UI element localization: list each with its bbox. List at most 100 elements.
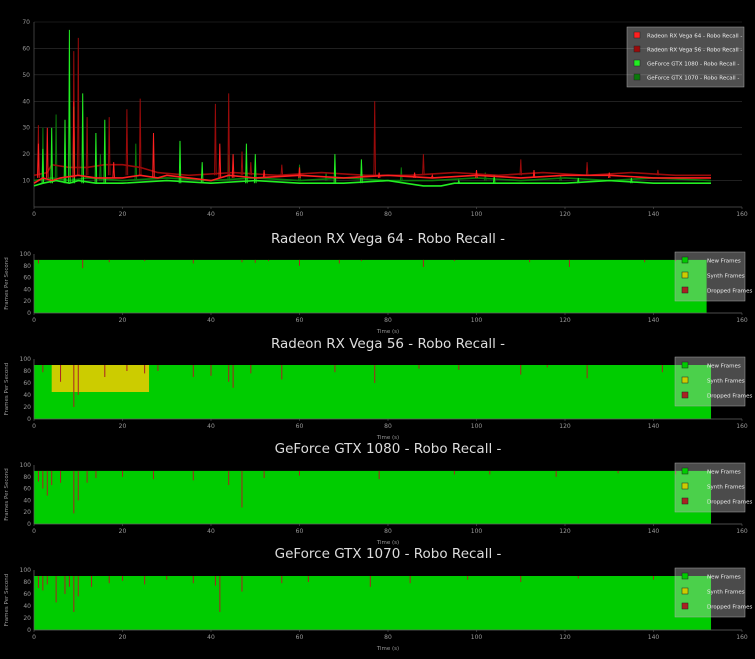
dropped-frame-dip [144,365,146,374]
dropped-frame-dip [37,259,39,264]
dropped-frame-dip [210,365,212,376]
x-tick-label: 100 [471,211,483,218]
dropped-frame-dip [42,365,44,373]
y-axis-label: Frames Per Second [4,468,10,521]
y-tick-label: 40 [23,392,31,399]
dropped-frame-dip [241,576,243,592]
x-tick-label: 140 [648,528,660,535]
x-tick-label: 0 [32,634,36,641]
dropped-frame-dip [37,576,39,588]
legend-label: Radeon RX Vega 56 - Robo Recall - [647,48,742,54]
dropped-frame-dip [108,259,110,263]
x-tick-label: 40 [207,634,215,641]
dropped-frame-dip [104,365,106,377]
x-tick-label: 40 [207,423,215,430]
legend-label: Synth Frames [707,485,745,491]
series-spike [134,143,138,181]
legend-swatch [681,467,689,475]
frametime-and-fps-charts: 102030405060700 20 40 60 80 100 120 140 160Radeo… [4,19,752,652]
dropped-frame-dip [157,365,159,371]
dropped-frame-dip [73,576,75,612]
dropped-frame-dip [458,365,460,370]
x-tick-label: 80 [384,211,392,218]
legend-swatch [633,31,641,39]
dropped-frame-dip [661,365,663,373]
legend-label: Dropped Frames [707,500,752,506]
x-tick-label: 20 [119,211,127,218]
x-axis-label: Time (s) [376,646,399,652]
x-tick-label: 120 [559,211,571,218]
dropped-frame-dip [360,259,362,262]
dropped-frame-dip [77,470,79,501]
series-spike [298,167,301,178]
new-frames-area [34,470,712,524]
series-spike [373,101,376,176]
y-tick-label: 0 [27,521,31,528]
legend-swatch [681,572,689,580]
x-tick-label: 60 [296,634,304,641]
x-tick-label: 160 [736,423,748,430]
y-tick-label: 0 [27,627,31,634]
dropped-frame-dip [214,576,216,586]
y-tick-label: 0 [27,416,31,423]
series-spike [46,127,49,178]
dropped-frame-dip [577,576,579,579]
y-tick-label: 100 [20,356,32,363]
x-axis-label: Time (s) [376,329,399,335]
y-tick-label: 20 [23,298,31,305]
series-spike [214,103,217,176]
legend-swatch [633,59,641,67]
series-spike [377,172,381,178]
x-tick-label: 160 [736,634,748,641]
fps-panel: GeForce GTX 1080 - Robo Recall - Frames P… [4,441,752,546]
series-spike [81,93,84,184]
y-tick-label: 60 [23,275,31,282]
y-tick-label: 20 [23,509,31,516]
x-tick-label: 0 [32,317,36,324]
legend-swatch [681,602,689,610]
x-tick-label: 80 [384,317,392,324]
x-tick-label: 20 [119,528,127,535]
x-tick-label: 20 [119,634,127,641]
dropped-frame-dip [60,365,62,382]
y-tick-label: 70 [22,19,30,26]
fps-panel: Radeon RX Vega 64 - Robo Recall - Frames … [4,231,752,335]
dropped-frame-dip [263,470,265,478]
dropped-frame-dip [307,576,309,582]
dropped-frame-dip [453,259,455,262]
y-tick-label: 100 [20,251,32,258]
series-spike [112,162,115,178]
legend-swatch [681,497,689,505]
series-spike [585,162,589,176]
x-tick-label: 100 [471,423,483,430]
dropped-frame-dip [144,576,146,585]
dropped-frame-dip [228,470,230,486]
y-tick-label: 20 [22,151,30,158]
y-tick-label: 100 [20,462,32,469]
x-tick-label: 40 [207,528,215,535]
x-tick-label: 60 [296,317,304,324]
dropped-frame-dip [77,576,79,597]
legend-label: GeForce GTX 1080 - Robo Recall - [647,62,739,68]
series-spike [253,154,257,184]
benchmark-figure: 10 20 30 40 50 60 70 0 20 40 60 80 100 120 140 160 Radeo… [0,0,755,655]
legend-label: Radeon RX Vega 64 - Robo Recall - [647,34,742,40]
dropped-frame-dip [232,365,234,388]
dropped-frame-dip [86,470,88,483]
x-tick-label: 160 [736,317,748,324]
legend-swatch [681,376,689,384]
dropped-frame-dip [152,470,154,480]
dropped-frame-dip [192,259,194,264]
y-axis-label: Frames Per Second [4,363,10,416]
series-spike [231,154,235,178]
dropped-frame-dip [166,576,168,580]
dropped-frame-dip [55,576,57,603]
y-tick-label: 80 [23,368,31,375]
y-tick-label: 30 [22,125,30,132]
dropped-frame-dip [617,470,619,474]
y-tick-label: 80 [23,579,31,586]
legend-label: Dropped Frames [707,605,752,611]
dropped-frame-dip [467,576,469,580]
x-tick-label: 80 [384,528,392,535]
legend-swatch [633,45,641,53]
